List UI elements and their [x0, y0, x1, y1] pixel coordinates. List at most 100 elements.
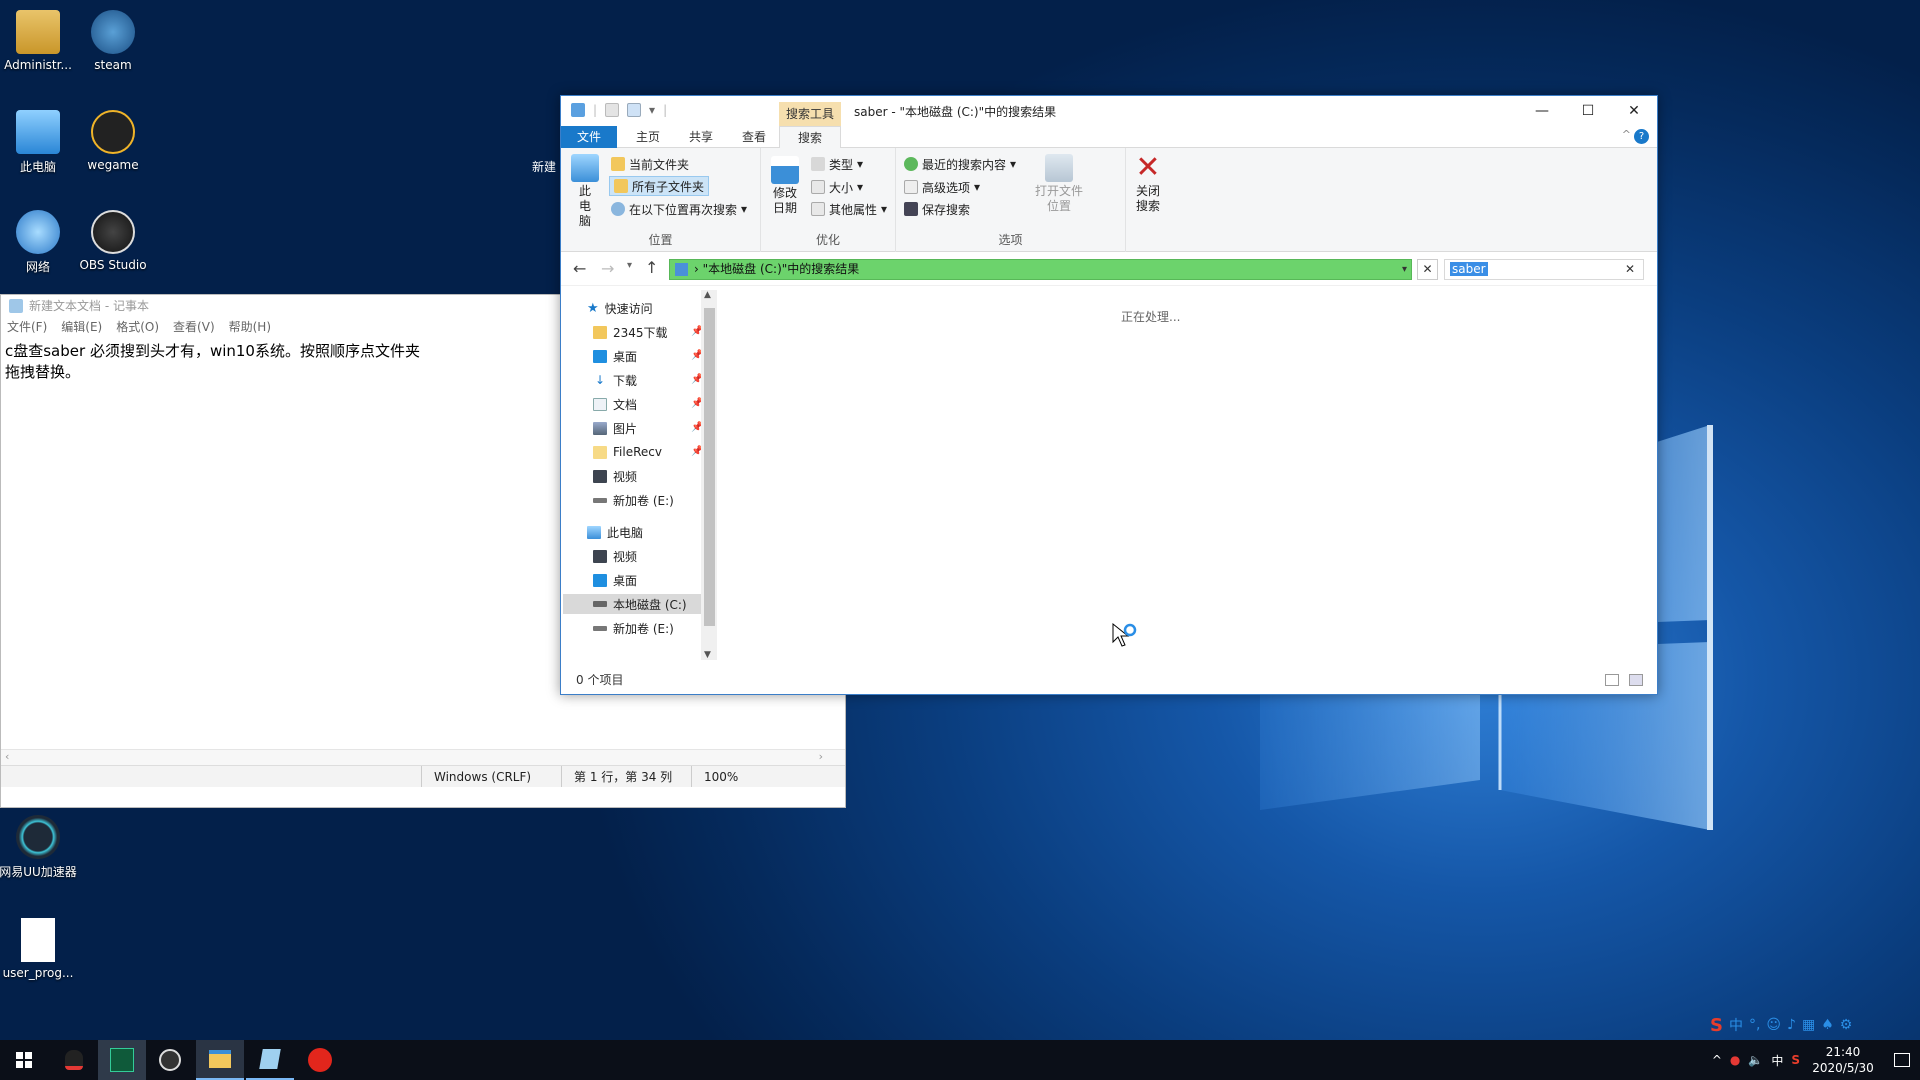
navigation-pane-scrollbar[interactable]: ▲ ▼	[701, 290, 717, 660]
search-query-text: saber	[1450, 262, 1488, 276]
up-arrow-icon[interactable]: ↑	[645, 258, 658, 277]
scroll-down-arrow-icon[interactable]: ▼	[704, 650, 711, 660]
tools-icon[interactable]: ⚙	[1840, 1017, 1853, 1033]
collapse-ribbon-chevron-icon[interactable]: ^	[1622, 128, 1631, 141]
volume-icon[interactable]: 🔈	[1748, 1053, 1763, 1067]
details-view-icon[interactable]	[1605, 674, 1619, 686]
nav-this-pc[interactable]: 此电脑	[587, 522, 643, 542]
tab-view[interactable]: 查看	[729, 126, 779, 148]
desktop-icon-obs[interactable]: OBS Studio	[73, 210, 153, 272]
recent-locations-chevron-icon[interactable]: ▾	[627, 260, 632, 271]
desktop-icon-uu-accelerator[interactable]: 网易UU加速器	[0, 815, 78, 880]
help-icon[interactable]: ?	[1634, 129, 1649, 144]
open-file-location-button[interactable]: 打开文件位置	[1034, 154, 1084, 214]
back-arrow-icon[interactable]: ←	[573, 259, 586, 278]
emoji-icon[interactable]: ☺	[1766, 1017, 1781, 1033]
tab-share[interactable]: 共享	[676, 126, 726, 148]
scrollbar-thumb[interactable]	[704, 308, 715, 626]
search-again-in-button[interactable]: 在以下位置再次搜索 ▾	[611, 199, 747, 219]
nav-item-2345-downloads[interactable]: 2345下载	[593, 322, 668, 342]
modified-date-button[interactable]: 修改日期	[767, 156, 803, 216]
desktop-icon-wegame[interactable]: wegame	[73, 110, 153, 172]
tray-qq-icon[interactable]: ●	[1730, 1053, 1740, 1067]
size-filter-button[interactable]: 大小 ▾	[811, 177, 863, 197]
current-folder-button[interactable]: 当前文件夹	[611, 154, 689, 174]
punctuation-icon[interactable]: °,	[1749, 1017, 1760, 1033]
notepad-menu-file[interactable]: 文件(F)	[7, 317, 47, 337]
desktop-icon-user-prog[interactable]: user_prog...	[0, 918, 78, 980]
other-properties-button[interactable]: 其他属性 ▾	[811, 199, 887, 219]
explorer-statusbar: 0 个项目	[561, 666, 1657, 694]
taskbar-game-app[interactable]	[98, 1040, 146, 1080]
nav-item-volume-e[interactable]: 新加卷 (E:)	[593, 490, 674, 510]
taskbar-obs[interactable]	[146, 1040, 194, 1080]
tab-search[interactable]: 搜索	[779, 126, 841, 149]
taskbar-netease-music[interactable]	[296, 1040, 344, 1080]
nav-item-pictures[interactable]: 图片	[593, 418, 637, 438]
skin-icon[interactable]: ♠	[1821, 1017, 1834, 1033]
nav-item-documents[interactable]: 文档	[593, 394, 637, 414]
nav-item-this-pc-videos[interactable]: 视频	[593, 546, 637, 566]
type-filter-button[interactable]: 类型 ▾	[811, 154, 863, 174]
notepad-menu-format[interactable]: 格式(O)	[116, 317, 159, 337]
start-button[interactable]	[0, 1040, 48, 1080]
search-input[interactable]: saber ✕	[1444, 259, 1644, 280]
sogou-ime-icon[interactable]: S	[1710, 1015, 1723, 1036]
nav-item-this-pc-desktop[interactable]: 桌面	[593, 570, 637, 590]
desktop-icon-network[interactable]: 网络	[0, 210, 78, 275]
forward-arrow-icon[interactable]: →	[601, 259, 614, 278]
nav-quick-access[interactable]: ★ 快速访问	[587, 298, 653, 318]
notepad-menu-edit[interactable]: 编辑(E)	[61, 317, 102, 337]
clear-search-icon[interactable]: ✕	[1625, 260, 1635, 279]
clear-address-icon[interactable]: ✕	[1417, 259, 1438, 280]
properties-icon[interactable]	[605, 103, 620, 117]
maximize-button[interactable]: ☐	[1565, 96, 1611, 126]
address-bar[interactable]: › "本地磁盘 (C:)"中的搜索结果 ▾	[669, 259, 1412, 280]
desktop-icon-steam[interactable]: steam	[73, 10, 153, 72]
address-dropdown-chevron-icon[interactable]: ▾	[1402, 260, 1407, 279]
navigation-bar: ← → ▾ ↑ › "本地磁盘 (C:)"中的搜索结果 ▾ ✕ saber ✕	[561, 252, 1657, 286]
scroll-up-arrow-icon[interactable]: ▲	[704, 290, 711, 300]
tab-home[interactable]: 主页	[623, 126, 673, 148]
nav-item-local-disk-c[interactable]: 本地磁盘 (C:)	[563, 594, 701, 614]
advanced-options-button[interactable]: 高级选项 ▾	[904, 177, 980, 197]
notepad-menu-help[interactable]: 帮助(H)	[229, 317, 271, 337]
close-button[interactable]: ✕	[1611, 96, 1657, 126]
netease-music-icon	[308, 1048, 332, 1072]
scroll-right-arrow-icon[interactable]: ›	[819, 750, 823, 763]
desktop-icon-administrator[interactable]: Administr...	[0, 10, 78, 72]
save-search-button[interactable]: 保存搜索	[904, 199, 970, 219]
clock[interactable]: 21:40 2020/5/30	[1808, 1044, 1878, 1076]
keyboard-icon[interactable]: ▦	[1802, 1017, 1815, 1033]
this-pc-button[interactable]: 此电脑	[571, 154, 599, 229]
close-search-button[interactable]: ✕ 关闭搜索	[1133, 153, 1163, 214]
tray-overflow-chevron-icon[interactable]: ^	[1712, 1053, 1722, 1067]
nav-item-videos[interactable]: 视频	[593, 466, 637, 486]
new-folder-icon[interactable]	[627, 103, 642, 117]
explorer-titlebar[interactable]: | ▾ | 搜索工具 saber - "本地磁盘 (C:)"中的搜索结果 — ☐…	[561, 96, 1657, 126]
large-icons-view-icon[interactable]	[1629, 674, 1643, 686]
ime-toolbar[interactable]: S 中 °, ☺ ♪ ▦ ♠ ⚙	[1710, 1012, 1852, 1038]
notepad-horizontal-scrollbar[interactable]: ‹ ›	[1, 749, 845, 765]
tray-sogou-icon[interactable]: S	[1791, 1053, 1800, 1067]
taskbar-qq[interactable]	[50, 1040, 98, 1080]
nav-item-desktop-pinned[interactable]: 桌面	[593, 346, 637, 366]
notepad-menu-view[interactable]: 查看(V)	[173, 317, 215, 337]
all-subfolders-button[interactable]: 所有子文件夹	[609, 176, 710, 196]
nav-item-downloads[interactable]: ↓ 下载	[593, 370, 637, 390]
action-center-icon[interactable]	[1894, 1053, 1910, 1067]
file-list-area[interactable]: 正在处理...	[721, 290, 1657, 664]
taskbar-file-explorer[interactable]	[196, 1040, 244, 1080]
desktop-icon-this-pc[interactable]: 此电脑	[0, 110, 78, 175]
tab-file[interactable]: 文件	[561, 126, 617, 148]
customize-toolbar-chevron-icon[interactable]: ▾	[649, 103, 655, 117]
scroll-left-arrow-icon[interactable]: ‹	[5, 750, 9, 763]
taskbar-notepad[interactable]	[246, 1040, 294, 1080]
ime-chinese-mode[interactable]: 中	[1729, 1015, 1743, 1035]
nav-item-this-pc-volume-e[interactable]: 新加卷 (E:)	[593, 618, 674, 638]
minimize-button[interactable]: —	[1519, 96, 1565, 126]
nav-item-filerecv[interactable]: FileRecv	[593, 442, 662, 462]
tray-input-language[interactable]: 中	[1771, 1052, 1783, 1069]
microphone-icon[interactable]: ♪	[1787, 1017, 1796, 1033]
recent-searches-button[interactable]: 最近的搜索内容 ▾	[904, 154, 1016, 174]
